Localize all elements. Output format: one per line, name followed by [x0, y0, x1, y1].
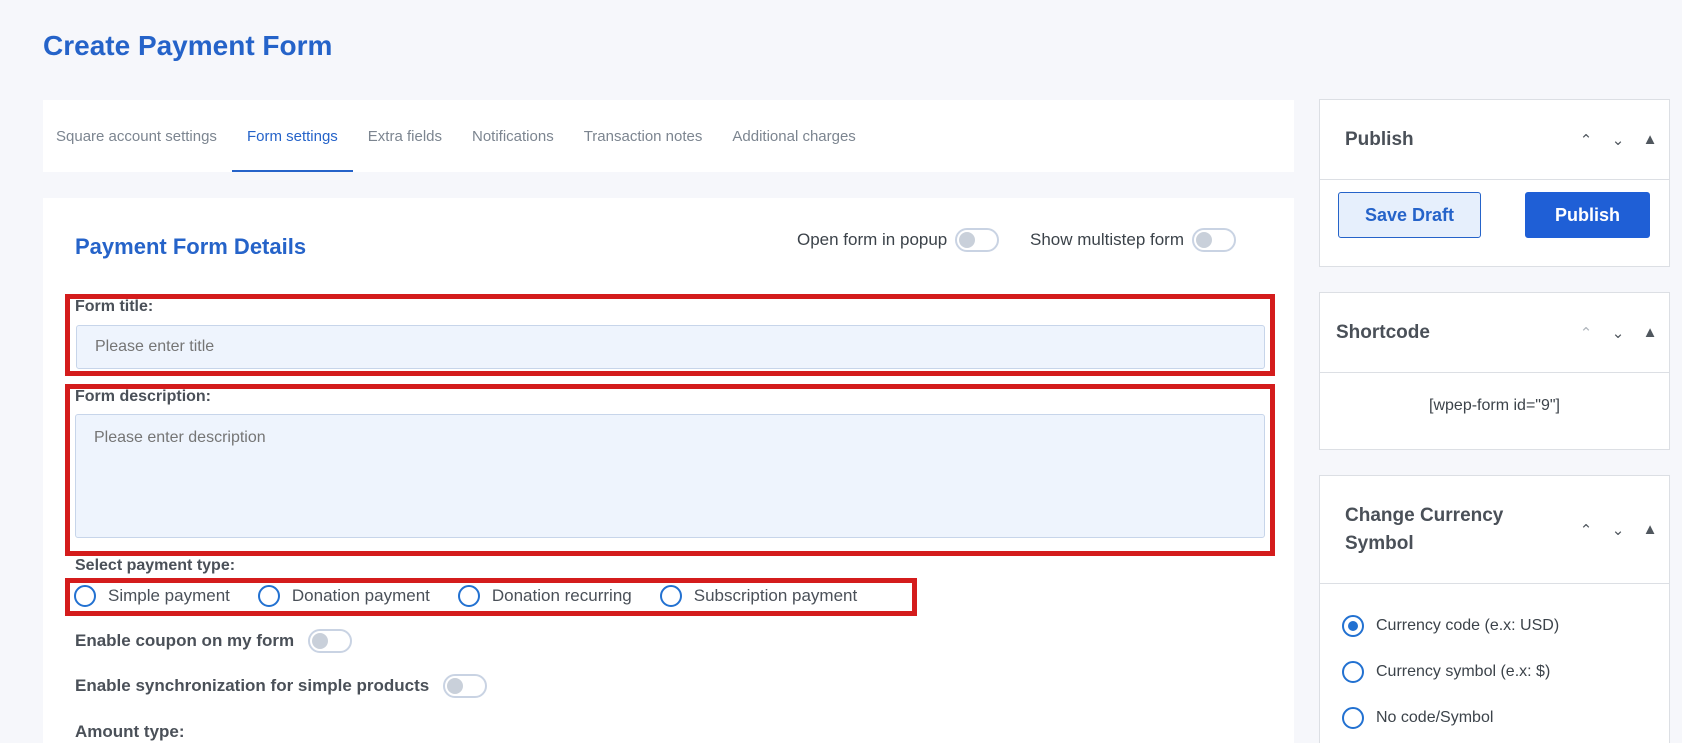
- chevron-up-icon[interactable]: ⌃: [1575, 131, 1597, 149]
- radio-icon[interactable]: [74, 585, 96, 607]
- shortcode-value[interactable]: [wpep-form id="9"]: [1320, 397, 1669, 415]
- currency-option-label: Currency code (e.x: USD): [1376, 617, 1560, 634]
- page-title: Create Payment Form: [43, 30, 333, 61]
- tab-form-settings[interactable]: Form settings: [231, 100, 353, 172]
- currency-panel-title: Change Currency Symbol: [1345, 502, 1503, 558]
- form-description-label: Form description:: [75, 388, 212, 405]
- form-title-label: Form title:: [75, 298, 154, 315]
- panel-controls: ⌃ ⌄ ▲: [1575, 131, 1661, 149]
- publish-panel-header: Publish ⌃ ⌄ ▲: [1320, 100, 1669, 180]
- payment-option-label: Donation recurring: [491, 586, 632, 605]
- chevron-up-icon[interactable]: ⌃: [1575, 521, 1597, 539]
- currency-option-symbol[interactable]: Currency symbol (e.x: $): [1342, 661, 1550, 683]
- popup-toggle-label: Open form in popup: [797, 230, 948, 249]
- currency-title-line1: Change Currency: [1345, 504, 1504, 526]
- tab-notifications[interactable]: Notifications: [457, 100, 569, 172]
- currency-panel: Change Currency Symbol ⌃ ⌄ ▲ Currency co…: [1319, 475, 1670, 743]
- triangle-up-icon[interactable]: ▲: [1639, 521, 1661, 538]
- radio-checked-icon[interactable]: [1342, 615, 1364, 637]
- payment-type-options: Simple payment Donation payment Donation…: [74, 585, 885, 607]
- shortcode-panel: Shortcode ⌃ ⌄ ▲ [wpep-form id="9"]: [1319, 292, 1670, 450]
- currency-option-code[interactable]: Currency code (e.x: USD): [1342, 615, 1559, 637]
- payment-option-label: Donation payment: [291, 586, 430, 605]
- triangle-up-icon[interactable]: ▲: [1639, 131, 1661, 148]
- tab-extra-fields[interactable]: Extra fields: [353, 100, 457, 172]
- shortcode-panel-header: Shortcode ⌃ ⌄ ▲: [1320, 293, 1669, 373]
- payment-form-details-card: Payment Form Details Open form in popup …: [43, 198, 1294, 743]
- coupon-option-row: Enable coupon on my form: [75, 629, 353, 653]
- currency-title-line2: Symbol: [1345, 532, 1414, 554]
- popup-toggle-row: Open form in popup: [797, 228, 1000, 252]
- coupon-toggle[interactable]: [308, 629, 353, 653]
- multistep-toggle-row: Show multistep form: [1030, 228, 1236, 252]
- radio-icon[interactable]: [1342, 707, 1364, 729]
- save-draft-button[interactable]: Save Draft: [1338, 192, 1481, 238]
- sync-label: Enable synchronization for simple produc…: [75, 676, 430, 695]
- amount-type-label: Amount type:: [75, 722, 185, 741]
- tab-additional-charges[interactable]: Additional charges: [717, 100, 870, 172]
- publish-panel: Publish ⌃ ⌄ ▲ Save Draft Publish: [1319, 99, 1670, 267]
- tab-square-account-settings[interactable]: Square account settings: [43, 100, 232, 172]
- triangle-up-icon[interactable]: ▲: [1639, 324, 1661, 341]
- panel-controls: ⌃ ⌄ ▲: [1575, 521, 1661, 539]
- publish-panel-title: Publish: [1345, 128, 1414, 150]
- form-description-textarea[interactable]: [75, 414, 1265, 538]
- shortcode-panel-title: Shortcode: [1336, 321, 1430, 343]
- currency-panel-header: Change Currency Symbol ⌃ ⌄ ▲: [1320, 476, 1669, 584]
- chevron-down-icon[interactable]: ⌄: [1607, 324, 1629, 342]
- publish-button[interactable]: Publish: [1525, 192, 1650, 238]
- multistep-toggle[interactable]: [1192, 228, 1236, 252]
- payment-option-donation-recurring[interactable]: Donation recurring: [457, 585, 632, 607]
- tab-transaction-notes[interactable]: Transaction notes: [569, 100, 718, 172]
- radio-icon[interactable]: [659, 585, 682, 607]
- currency-option-none[interactable]: No code/Symbol: [1342, 707, 1493, 729]
- currency-option-label: No code/Symbol: [1376, 709, 1494, 726]
- payment-type-label: Select payment type:: [75, 557, 236, 574]
- chevron-down-icon[interactable]: ⌄: [1607, 521, 1629, 539]
- payment-option-label: Simple payment: [108, 586, 230, 605]
- payment-option-subscription[interactable]: Subscription payment: [659, 585, 858, 607]
- popup-toggle[interactable]: [955, 228, 1000, 252]
- tab-bar: Square account settings Form settings Ex…: [43, 100, 1294, 172]
- section-title: Payment Form Details: [75, 234, 307, 259]
- currency-option-label: Currency symbol (e.x: $): [1376, 663, 1551, 680]
- chevron-up-icon[interactable]: ⌃: [1575, 324, 1597, 342]
- payment-option-simple[interactable]: Simple payment: [74, 585, 230, 607]
- chevron-down-icon[interactable]: ⌄: [1607, 131, 1629, 149]
- coupon-label: Enable coupon on my form: [75, 631, 295, 650]
- payment-option-label: Subscription payment: [693, 586, 858, 605]
- multistep-toggle-label: Show multistep form: [1030, 230, 1184, 249]
- radio-icon[interactable]: [257, 585, 280, 607]
- panel-controls: ⌃ ⌄ ▲: [1575, 324, 1661, 342]
- payment-option-donation[interactable]: Donation payment: [257, 585, 430, 607]
- sync-toggle[interactable]: [443, 674, 488, 698]
- radio-icon[interactable]: [1342, 661, 1364, 683]
- sync-option-row: Enable synchronization for simple produc…: [75, 674, 488, 698]
- radio-icon[interactable]: [457, 585, 480, 607]
- form-title-input[interactable]: [76, 325, 1265, 369]
